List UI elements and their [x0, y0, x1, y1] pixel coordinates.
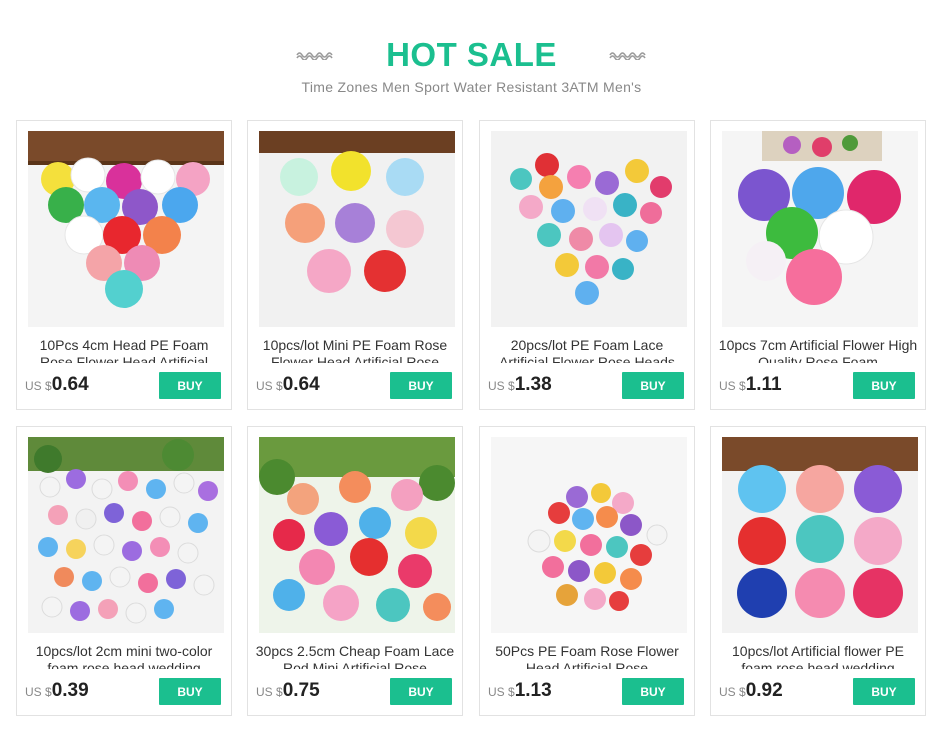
- product-card[interactable]: 20pcs/lot PE Foam Lace Artificial Flower…: [479, 120, 695, 410]
- product-image[interactable]: [28, 131, 224, 327]
- product-grid: 10Pcs 4cm Head PE Foam Rose Flower Head …: [0, 120, 943, 748]
- section-header: HOT SALE Time Zones Men Sport Water Resi…: [0, 0, 943, 118]
- product-price: US $0.39: [25, 680, 89, 702]
- price-currency: US $: [256, 685, 283, 699]
- price-currency: US $: [719, 685, 746, 699]
- price-currency: US $: [256, 379, 283, 393]
- price-amount: 0.75: [282, 680, 320, 701]
- product-name[interactable]: 10pcs 7cm Artificial Flower High Quality…: [717, 337, 919, 363]
- buy-button[interactable]: BUY: [390, 678, 452, 705]
- product-card[interactable]: 10pcs/lot Mini PE Foam Rose Flower Head …: [247, 120, 463, 410]
- product-card[interactable]: 50Pcs PE Foam Rose Flower Head Artificia…: [479, 426, 695, 716]
- price-amount: 0.92: [745, 680, 783, 701]
- product-price: US $0.92: [719, 680, 783, 702]
- product-image[interactable]: [259, 437, 455, 633]
- squiggle-right-icon: [609, 52, 646, 60]
- page-subtitle: Time Zones Men Sport Water Resistant 3AT…: [301, 79, 642, 95]
- product-price: US $0.64: [25, 374, 89, 396]
- price-amount: 1.38: [514, 374, 552, 395]
- price-amount: 1.13: [514, 680, 552, 701]
- page-title: HOT SALE: [386, 36, 557, 73]
- product-card[interactable]: 10pcs/lot 2cm mini two-color foam rose h…: [16, 426, 232, 716]
- product-card[interactable]: 10Pcs 4cm Head PE Foam Rose Flower Head …: [16, 120, 232, 410]
- price-currency: US $: [25, 685, 52, 699]
- product-price: US $0.75: [256, 680, 320, 702]
- buy-button[interactable]: BUY: [390, 372, 452, 399]
- buy-button[interactable]: BUY: [159, 372, 221, 399]
- squiggle-left-icon: [296, 52, 333, 60]
- product-image[interactable]: [722, 437, 918, 633]
- product-name[interactable]: 10Pcs 4cm Head PE Foam Rose Flower Head …: [23, 337, 225, 363]
- product-price: US $1.13: [488, 680, 552, 702]
- price-amount: 0.39: [51, 680, 89, 701]
- product-name[interactable]: 30pcs 2.5cm Cheap Foam Lace Rod Mini Art…: [254, 643, 456, 669]
- product-price: US $0.64: [256, 374, 320, 396]
- price-amount: 1.11: [745, 374, 782, 395]
- product-image[interactable]: [491, 131, 687, 327]
- product-card[interactable]: 10pcs 7cm Artificial Flower High Quality…: [710, 120, 926, 410]
- product-name[interactable]: 10pcs/lot Mini PE Foam Rose Flower Head …: [254, 337, 456, 363]
- product-name[interactable]: 10pcs/lot 2cm mini two-color foam rose h…: [23, 643, 225, 669]
- price-currency: US $: [25, 379, 52, 393]
- product-card[interactable]: 10pcs/lot Artificial flower PE foam rose…: [710, 426, 926, 716]
- price-currency: US $: [488, 685, 515, 699]
- product-name[interactable]: 20pcs/lot PE Foam Lace Artificial Flower…: [486, 337, 688, 363]
- product-card[interactable]: 30pcs 2.5cm Cheap Foam Lace Rod Mini Art…: [247, 426, 463, 716]
- buy-button[interactable]: BUY: [622, 372, 684, 399]
- price-amount: 0.64: [282, 374, 320, 395]
- product-price: US $1.11: [719, 374, 782, 396]
- price-currency: US $: [719, 379, 746, 393]
- product-name[interactable]: 50Pcs PE Foam Rose Flower Head Artificia…: [486, 643, 688, 669]
- price-amount: 0.64: [51, 374, 89, 395]
- product-price: US $1.38: [488, 374, 552, 396]
- product-name[interactable]: 10pcs/lot Artificial flower PE foam rose…: [717, 643, 919, 669]
- product-image[interactable]: [259, 131, 455, 327]
- buy-button[interactable]: BUY: [853, 372, 915, 399]
- product-image[interactable]: [28, 437, 224, 633]
- product-image[interactable]: [722, 131, 918, 327]
- buy-button[interactable]: BUY: [159, 678, 221, 705]
- buy-button[interactable]: BUY: [622, 678, 684, 705]
- buy-button[interactable]: BUY: [853, 678, 915, 705]
- price-currency: US $: [488, 379, 515, 393]
- product-image[interactable]: [491, 437, 687, 633]
- title-row: HOT SALE: [0, 36, 943, 74]
